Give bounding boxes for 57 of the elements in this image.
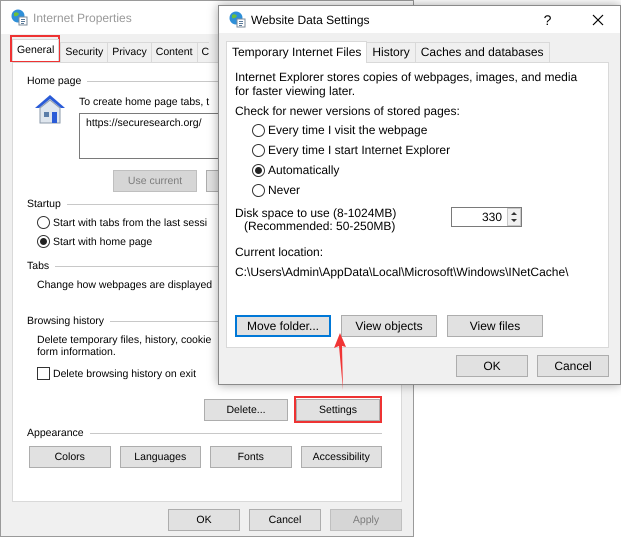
radio-button[interactable]	[37, 235, 50, 248]
appearance-button[interactable]: Colors	[29, 446, 110, 468]
section-heading: Appearance	[27, 427, 84, 439]
radio-label: Every time I visit the webpage	[268, 123, 428, 137]
spin-arrows-icon[interactable]	[507, 208, 521, 226]
radio-label: Never	[268, 183, 300, 197]
url-field[interactable]: https://securesearch.org/	[79, 113, 218, 159]
delete-button[interactable]: Delete...	[204, 399, 288, 421]
disk-space-label: Disk space to use (8-1024MB)	[235, 207, 396, 220]
ok-button[interactable]: OK	[456, 355, 528, 377]
cancel-button[interactable]: Cancel	[249, 509, 321, 531]
close-icon	[592, 14, 604, 26]
radio-button[interactable]	[252, 144, 265, 156]
radio-button[interactable]	[37, 216, 50, 229]
radio-label: Every time I start Internet Explorer	[268, 143, 450, 157]
move-folder-button[interactable]: Move folder...	[235, 315, 331, 337]
checkbox-label: Delete browsing history on exit	[53, 368, 196, 380]
appearance-button[interactable]: Languages	[120, 446, 201, 468]
section-heading: Tabs	[27, 260, 50, 272]
recommended-text: (Recommended: 50-250MB)	[243, 220, 396, 233]
radio-button[interactable]	[252, 124, 265, 136]
radio-label: Start with home page	[53, 236, 152, 248]
description-text: Change how webpages are displayed	[37, 279, 212, 291]
tab[interactable]: General	[12, 39, 60, 61]
view-objects-button[interactable]: View objects	[341, 315, 437, 337]
description-text: Internet Explorer stores copies of webpages, images, and media for faster viewing later.	[235, 70, 578, 98]
help-button[interactable]: ?	[525, 6, 570, 34]
window-title: Internet Properties	[33, 10, 132, 24]
tab[interactable]: Security	[60, 42, 108, 62]
cancel-button[interactable]: Cancel	[537, 355, 609, 377]
radio-button[interactable]	[252, 164, 265, 176]
globe-icon	[11, 9, 28, 26]
view-files-button[interactable]: View files	[447, 315, 543, 337]
radio-label: Automatically	[268, 163, 340, 177]
location-label: Current location:	[235, 245, 324, 259]
radio-label: Start with tabs from the last sessi	[53, 216, 208, 228]
number-spinner[interactable]: 330	[451, 207, 522, 227]
location-path: C:\Users\Admin\AppData\Local\Microsoft\Windows\INetCache\	[235, 265, 570, 279]
globe-icon	[229, 11, 246, 28]
appearance-button[interactable]: Accessibility	[300, 446, 382, 468]
radio-button[interactable]	[252, 184, 265, 196]
spinner-value: 330	[480, 210, 503, 224]
house-icon	[33, 93, 67, 125]
description-text: form information.	[37, 346, 116, 358]
section-heading: Home page	[27, 75, 82, 87]
section-heading: Browsing history	[27, 315, 104, 327]
settings-button[interactable]: Settings	[296, 399, 380, 421]
instruction-text: To create home page tabs, t	[79, 96, 210, 108]
section-heading: Startup	[27, 198, 61, 210]
checkbox[interactable]	[37, 367, 50, 380]
description-text: Delete temporary files, history, cookie	[37, 334, 212, 346]
tab[interactable]: Temporary Internet Files	[226, 41, 368, 63]
appearance-button[interactable]: Fonts	[210, 446, 292, 468]
dialog-title: Website Data Settings	[251, 12, 370, 26]
tab[interactable]: Caches and databases	[414, 42, 550, 62]
ok-button[interactable]: OK	[168, 509, 240, 531]
check-label: Check for newer versions of stored pages:	[235, 104, 461, 118]
